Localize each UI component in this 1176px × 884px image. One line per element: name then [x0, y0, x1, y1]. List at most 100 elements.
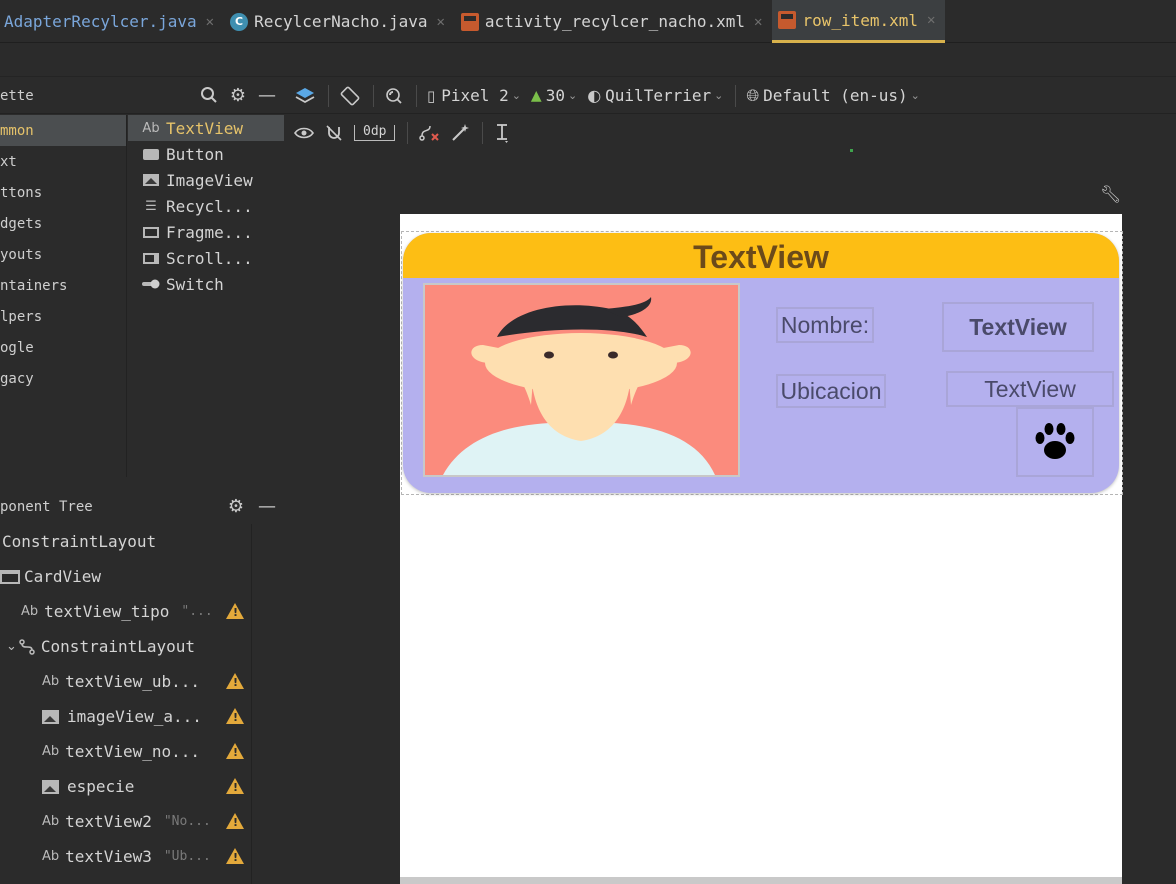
avatar-illustration: [425, 285, 738, 475]
tree-row[interactable]: ⌄ ConstraintLayout: [0, 629, 251, 664]
guidelines-icon[interactable]: [493, 123, 511, 143]
palette-category[interactable]: mmon: [0, 115, 126, 146]
component-tree-scrollbar[interactable]: [252, 524, 284, 884]
tree-row[interactable]: Ab textView_ub...: [0, 664, 251, 699]
warning-icon[interactable]: [226, 848, 244, 864]
tree-row-label: textView_ub...: [65, 672, 201, 691]
palette-item-label: Scroll...: [166, 248, 253, 268]
divider: [373, 84, 374, 107]
palette-category[interactable]: lpers: [0, 301, 126, 332]
tab-recylcer-nacho[interactable]: C RecylcerNacho.java ✕: [224, 0, 455, 43]
tab-label: AdapterRecylcer.java: [4, 12, 197, 31]
infer-constraints-icon[interactable]: [450, 123, 470, 143]
theme-label: QuilTerrier: [605, 86, 712, 105]
palette-item-fragment[interactable]: Fragme...: [128, 219, 284, 245]
palette-category[interactable]: ntainers: [0, 270, 126, 301]
locale-selector[interactable]: 🌐︎ Default (en-us) ⌄: [746, 86, 920, 106]
theme-icon: ◐: [587, 85, 602, 105]
xml-layout-icon: [460, 12, 479, 31]
gear-icon[interactable]: ⚙: [230, 86, 246, 109]
button-icon: [142, 148, 160, 160]
tree-row-hint: "...: [181, 604, 213, 619]
device-preview-edge: [400, 877, 1122, 884]
palette-item-switch[interactable]: Switch: [128, 271, 284, 297]
close-icon[interactable]: ✕: [206, 14, 214, 30]
palette-item-label: TextView: [166, 118, 244, 138]
warning-icon[interactable]: [226, 603, 244, 619]
palette-item-label: ImageView: [166, 170, 253, 190]
warning-icon[interactable]: [226, 708, 244, 724]
tab-activity-recylcer-nacho[interactable]: activity_recylcer_nacho.xml ✕: [455, 0, 773, 43]
fragment-icon: [142, 226, 160, 238]
close-icon[interactable]: ✕: [754, 14, 762, 30]
theme-selector[interactable]: ◐ QuilTerrier ⌄: [587, 86, 723, 106]
divider: [482, 121, 484, 144]
name-label-textview[interactable]: Nombre:: [776, 307, 874, 343]
component-tree-title: ponent Tree: [0, 499, 93, 515]
palette-item-recyclerview[interactable]: ☰ Recycl...: [128, 193, 284, 219]
palette-category[interactable]: xt: [0, 146, 126, 177]
warning-icon[interactable]: [226, 813, 244, 829]
species-imageview[interactable]: [1016, 407, 1094, 477]
clear-constraints-icon[interactable]: [418, 123, 440, 143]
default-margin-field[interactable]: 0dp: [354, 124, 396, 141]
card-title-textview[interactable]: TextView: [403, 233, 1119, 278]
tree-row[interactable]: Ab textView2 "No...: [0, 804, 251, 839]
palette-item-scrollview[interactable]: Scroll...: [128, 245, 284, 271]
tree-row[interactable]: CardView: [0, 559, 251, 594]
tree-row[interactable]: imageView_a...: [0, 699, 251, 734]
image-icon: [42, 779, 59, 794]
gear-icon[interactable]: ⚙: [228, 497, 244, 517]
minimize-icon[interactable]: —: [258, 86, 276, 109]
device-selector[interactable]: ▯ Pixel 2 ⌄: [427, 86, 521, 106]
palette-item-button[interactable]: Button: [128, 141, 284, 167]
view-options-icon[interactable]: [294, 126, 314, 140]
search-icon[interactable]: [200, 86, 218, 109]
tab-adapter-recylcer[interactable]: AdapterRecylcer.java ✕: [0, 0, 224, 43]
api-selector[interactable]: ▲ 30 ⌄: [531, 86, 577, 105]
tree-row[interactable]: Ab textView_no...: [0, 734, 251, 769]
tab-row-item[interactable]: row_item.xml ✕: [772, 0, 946, 43]
location-label-textview[interactable]: Ubicacion: [776, 374, 886, 408]
close-icon[interactable]: ✕: [436, 14, 444, 30]
palette-category[interactable]: ogle: [0, 332, 126, 363]
palette-item-label: Recycl...: [166, 196, 253, 216]
palette-category[interactable]: dgets: [0, 208, 126, 239]
name-value-textview[interactable]: TextView: [942, 302, 1094, 352]
textview-icon: Ab: [42, 814, 60, 829]
image-icon: [42, 709, 59, 724]
palette-category[interactable]: gacy: [0, 363, 126, 394]
chevron-down-icon[interactable]: ⌄: [6, 639, 17, 654]
tab-label: RecylcerNacho.java: [254, 12, 428, 31]
tree-row[interactable]: ConstraintLayout: [0, 524, 251, 559]
palette-category[interactable]: ttons: [0, 177, 126, 208]
wrench-icon[interactable]: 🔧︎: [1100, 185, 1122, 205]
warning-icon[interactable]: [226, 743, 244, 759]
minimize-icon[interactable]: —: [258, 497, 276, 517]
close-icon[interactable]: ✕: [927, 12, 935, 28]
tree-row[interactable]: Ab textView3 "Ub...: [0, 839, 251, 874]
layers-icon[interactable]: [294, 86, 316, 106]
autoconnect-off-icon[interactable]: [324, 123, 344, 143]
tree-row[interactable]: Ab textView_tipo "...: [0, 594, 251, 629]
textview-icon: Ab: [42, 744, 60, 759]
warning-icon[interactable]: [226, 673, 244, 689]
divider: [328, 84, 329, 107]
warning-icon[interactable]: [226, 778, 244, 794]
tab-label: row_item.xml: [802, 10, 919, 30]
tree-row-label: textView_no...: [65, 742, 201, 761]
palette-category[interactable]: youts: [0, 239, 126, 270]
cardview-icon: [0, 569, 20, 584]
palette-item-label: Switch: [166, 274, 224, 294]
tree-row[interactable]: especie: [0, 769, 251, 804]
palette-item-textview[interactable]: Ab TextView: [128, 115, 284, 141]
divider: [416, 84, 417, 107]
tree-row-label: ConstraintLayout: [40, 637, 196, 656]
palette-item-imageview[interactable]: ImageView: [128, 167, 284, 193]
orientation-icon[interactable]: [339, 85, 361, 107]
night-mode-icon[interactable]: [384, 86, 404, 106]
palette-item-label: Button: [166, 144, 224, 164]
location-value-textview[interactable]: TextView: [946, 371, 1114, 407]
tree-row-label: ConstraintLayout: [2, 532, 157, 551]
avatar-imageview[interactable]: [423, 283, 740, 477]
